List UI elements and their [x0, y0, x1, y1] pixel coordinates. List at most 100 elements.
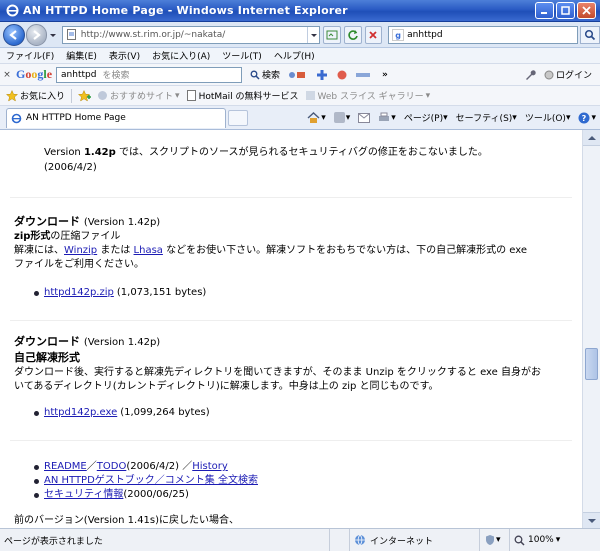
stop-button[interactable] — [364, 25, 383, 44]
fav-label: HotMail の無料サービス — [198, 92, 299, 102]
address-url: http://www.st.rim.or.jp/~nakata/ — [80, 29, 226, 40]
star-icon — [6, 89, 18, 102]
address-dropdown[interactable] — [307, 26, 319, 43]
scroll-down-button[interactable] — [583, 512, 600, 528]
search-icon — [250, 70, 260, 80]
menu-tools[interactable]: ツール(T) — [216, 49, 268, 62]
bullet — [34, 464, 39, 470]
favorites-bar: お気に入り おすすめサイト ▾ HotMail の無料サービス Web スライス… — [0, 86, 600, 106]
menu-file[interactable]: ファイル(F) — [0, 49, 60, 62]
toolbar-more[interactable]: » — [382, 70, 388, 80]
google-query: anhttpd — [61, 69, 97, 80]
zip-download-link[interactable]: httpd142p.zip — [44, 286, 114, 301]
help-icon: ? — [578, 112, 590, 123]
forward-button[interactable] — [25, 23, 47, 46]
toolbar-bar-icon[interactable] — [356, 71, 374, 79]
feed-icon — [333, 112, 345, 123]
toolbar-tools-icon[interactable] — [288, 70, 308, 80]
print-button[interactable]: ▾ — [378, 112, 396, 123]
bullet — [34, 478, 39, 484]
zoom-button[interactable]: 100% ▾ — [510, 529, 564, 551]
zip-file-size: (1,073,151 bytes) — [116, 287, 207, 298]
winzip-link[interactable]: Winzip — [64, 245, 97, 256]
security-date: (2000/06/25) — [123, 489, 189, 500]
refresh-icon — [348, 29, 358, 40]
refresh-button[interactable] — [343, 25, 362, 44]
chevron-down-icon — [49, 33, 56, 37]
feeds-button[interactable]: ▾ — [333, 112, 350, 123]
home-button[interactable]: ▾ — [307, 111, 326, 124]
tab-an-httpd[interactable]: AN HTTPD Home Page — [6, 107, 226, 128]
zone-pane[interactable]: インターネット — [350, 529, 480, 551]
login-icon — [544, 70, 554, 79]
fav-label: Web スライス ギャラリー — [317, 92, 424, 102]
scroll-up-button[interactable] — [583, 130, 600, 146]
protected-mode-button[interactable]: ▾ — [480, 529, 510, 551]
bullet — [34, 290, 39, 296]
section1-version: (Version 1.42p) — [83, 217, 161, 228]
tools-menu[interactable]: ツール(O) ▾ — [525, 111, 571, 125]
scrollbar-thumb[interactable] — [585, 348, 598, 380]
guestbook-link[interactable]: AN HTTPDゲストブック／コメント集 全文検索 — [44, 474, 258, 489]
tab-bar: AN HTTPD Home Page ▾ ▾ ▾ ページ(P) ▾ セーフティ(S… — [0, 106, 600, 130]
back-button[interactable] — [3, 23, 25, 46]
safety-menu-label: セーフティ(S) — [455, 114, 513, 124]
history-dropdown[interactable] — [48, 30, 58, 40]
zone-label: インターネット — [370, 536, 434, 547]
list-item: セキュリティ情報 (2000/06/25) — [0, 488, 582, 503]
help-button[interactable]: ? ▾ — [578, 112, 596, 124]
favorites-button[interactable]: お気に入り — [6, 89, 65, 102]
new-tab-button[interactable] — [228, 109, 248, 126]
suggested-sites-icon — [98, 91, 108, 100]
desc-text: などをお使い下さい。解凍ソフトをおもちでない方は、下の自己解凍形式の exe — [162, 245, 528, 256]
section2-desc-line1: ダウンロード後、実行すると解凍先ディレクトリを聞いてきますが、そのまま Unzi… — [14, 367, 541, 378]
status-bar: ページが表示されました インターネット ▾ 100% ▾ — [0, 528, 600, 551]
toolbar-plus-icon[interactable] — [316, 69, 328, 81]
exe-download-link[interactable]: httpd142p.exe — [44, 406, 117, 421]
close-toolbar-icon[interactable]: × — [0, 70, 14, 80]
chevron-down-icon: ▾ — [512, 112, 517, 123]
list-item: httpd142p.zip (1,073,151 bytes) — [0, 286, 582, 301]
login-label: ログイン — [555, 71, 592, 81]
menu-view[interactable]: 表示(V) — [103, 49, 146, 62]
menu-help[interactable]: ヘルプ(H) — [268, 49, 321, 62]
page-menu[interactable]: ページ(P) ▾ — [404, 111, 448, 125]
search-field[interactable]: g anhttpd — [388, 25, 579, 44]
compat-icon — [326, 30, 338, 39]
lhasa-link[interactable]: Lhasa — [134, 245, 163, 256]
google-search-button[interactable]: 検索 — [250, 68, 280, 81]
google-search-icon: g — [392, 28, 405, 41]
maximize-button[interactable] — [556, 2, 575, 19]
fav-suggested-sites[interactable]: おすすめサイト ▾ — [97, 89, 180, 102]
section2-desc-line2: いてあるディレクトリ(カレントディレクトリ)に解凍します。中身は上の zip と… — [14, 381, 439, 392]
menu-favorites[interactable]: お気に入り(A) — [146, 49, 216, 62]
history-link[interactable]: History — [192, 460, 228, 475]
toolbar-share-icon[interactable] — [336, 69, 348, 81]
section2-version: (Version 1.42p) — [83, 337, 161, 348]
readme-link[interactable]: README — [44, 460, 87, 475]
section1-subtitle: zip形式の圧縮ファイル — [0, 230, 582, 245]
login-button[interactable]: ログイン — [544, 68, 592, 81]
zip-format-desc: の圧縮ファイル — [50, 231, 121, 242]
divider — [10, 440, 572, 441]
menu-edit[interactable]: 編集(E) — [60, 49, 103, 62]
minimize-button[interactable] — [535, 2, 554, 19]
compatibility-view-button[interactable] — [323, 25, 341, 44]
add-favorite-button[interactable] — [78, 89, 92, 102]
address-field[interactable]: http://www.st.rim.or.jp/~nakata/ — [61, 25, 321, 44]
mail-button[interactable] — [358, 112, 371, 123]
chevron-down-icon: ▾ — [425, 90, 431, 101]
security-info-link[interactable]: セキュリティ情報 — [44, 488, 123, 503]
wrench-icon[interactable] — [524, 69, 536, 81]
vertical-scrollbar[interactable] — [582, 130, 600, 528]
todo-link[interactable]: TODO — [97, 460, 127, 475]
fav-hotmail[interactable]: HotMail の無料サービス — [186, 89, 299, 102]
search-button[interactable] — [580, 25, 600, 44]
close-button[interactable] — [577, 2, 596, 19]
fav-web-slice-gallery[interactable]: Web スライス ギャラリー ▾ — [305, 89, 431, 102]
google-search-input[interactable]: anhttpd を検索 — [56, 66, 243, 83]
divider — [10, 197, 572, 198]
window-title: AN HTTPD Home Page - Windows Internet Ex… — [23, 4, 348, 17]
safety-menu[interactable]: セーフティ(S) ▾ — [455, 111, 517, 125]
section1-desc-line2: ファイルをご利用ください。 — [14, 259, 144, 270]
